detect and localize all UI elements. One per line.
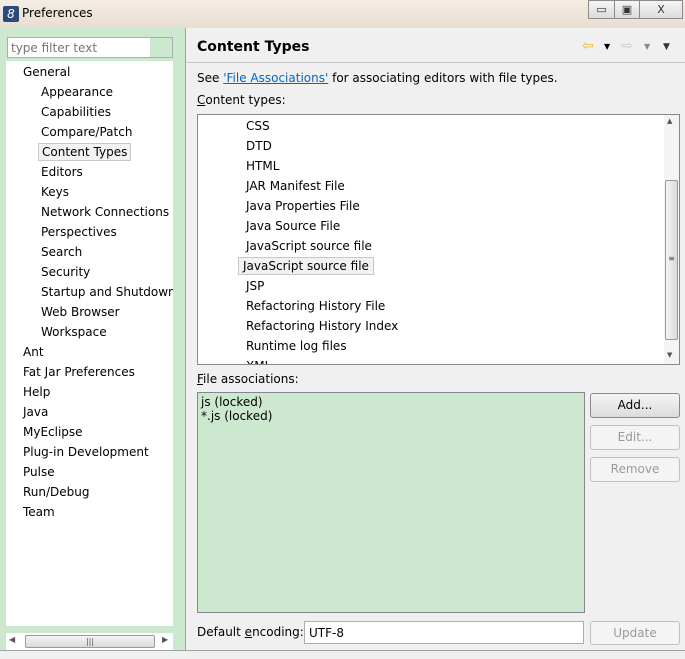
content-type-item[interactable]: JAR Manifest File [242,177,349,195]
back-arrow-icon[interactable]: ⇦ [582,38,594,54]
tree-item[interactable]: Perspectives [38,223,120,241]
back-menu-icon[interactable]: ▼ [604,42,610,51]
scroll-up-icon[interactable]: ▲ [667,117,672,125]
add-button[interactable]: Add... [590,393,680,418]
update-button[interactable]: Update [590,621,680,645]
content-type-item[interactable]: JavaScript source file [242,237,376,255]
title-bar [0,0,685,28]
header-separator [187,62,685,63]
tree-item[interactable]: Content Types [38,143,132,161]
scroll-right-icon[interactable]: ▶ [162,635,168,644]
tree-item[interactable]: Security [38,263,93,281]
remove-button[interactable]: Remove [590,457,680,482]
see-suffix: for associating editors with file types. [328,71,558,85]
scroll-down-icon[interactable]: ▼ [667,351,672,359]
see-prefix: See [197,71,224,85]
content-type-item[interactable]: XML [242,357,275,364]
tree-item[interactable]: MyEclipse [20,423,86,441]
label-text: ontent types: [205,93,286,107]
scrollbar-thumb[interactable]: ||| [25,635,155,648]
see-file-associations: See 'File Associations' for associating … [197,71,558,85]
tree-item[interactable]: Web Browser [38,303,123,321]
tree-item[interactable]: Help [20,383,53,401]
mnemonic: e [244,625,253,639]
tree-item[interactable]: Java [20,403,51,421]
tree-item[interactable]: Keys [38,183,72,201]
forward-arrow-icon[interactable]: ⇨ [621,38,633,54]
tree-item[interactable]: General [20,63,73,81]
edit-button[interactable]: Edit... [590,425,680,450]
content-type-item[interactable]: DTD [242,137,276,155]
scroll-left-icon[interactable]: ◀ [9,635,15,644]
tree-item[interactable]: Network Connections [38,203,172,221]
tree-item[interactable]: Pulse [20,463,58,481]
tree-item[interactable]: Search [38,243,85,261]
file-associations-link[interactable]: 'File Associations' [223,71,328,85]
content-type-item[interactable]: CSS [242,117,274,135]
maximize-button[interactable]: ▣ [614,0,640,19]
filter-input[interactable] [7,37,173,58]
tree-item[interactable]: Ant [20,343,47,361]
minimize-button[interactable]: ▭ [588,0,615,19]
close-button[interactable]: X [639,0,683,19]
content-type-item[interactable]: HTML [242,157,283,175]
preference-tree: General Appearance Capabilities Compare/Pat… [6,61,173,626]
content-type-item[interactable]: Refactoring History File [242,297,389,315]
file-associations-list[interactable]: js (locked) *.js (locked) [197,392,585,613]
window-title: Preferences [22,6,93,20]
tree-item[interactable]: Compare/Patch [38,123,135,141]
tree-item[interactable]: Workspace [38,323,110,341]
content-types-list[interactable]: CSS DTD HTML JAR Manifest File Java Properti… [197,114,680,365]
content-types-label: Content types: [197,93,286,107]
label-text: ncoding: [252,625,304,639]
app-icon: 8 [3,6,19,22]
content-type-item[interactable]: Java Properties File [242,197,364,215]
default-encoding-input[interactable] [304,621,584,644]
clear-filter-button[interactable] [150,38,172,57]
content-type-item[interactable]: Refactoring History Index [242,317,402,335]
tree-item[interactable]: Startup and Shutdown [38,283,173,301]
tree-item[interactable]: Fat Jar Preferences [20,363,138,381]
tree-item[interactable]: Team [20,503,58,521]
tree-item[interactable]: Run/Debug [20,483,93,501]
bottom-bar [0,650,685,659]
tree-item[interactable]: Editors [38,163,86,181]
content-type-item[interactable]: JSP [242,277,268,295]
scrollbar-thumb[interactable]: ≡ [665,180,678,340]
page-title: Content Types [197,39,310,55]
label-text: ile associations: [203,372,299,386]
tree-item[interactable]: Plug-in Development [20,443,152,461]
content-type-item[interactable]: Java Source File [242,217,344,235]
tree-item[interactable]: Appearance [38,83,116,101]
list-item[interactable]: js (locked) [201,395,581,409]
default-encoding-label: Default encoding: [197,625,304,639]
tree-item[interactable]: Capabilities [38,103,114,121]
label-text: Default [197,625,245,639]
forward-menu-icon[interactable]: ▼ [644,42,650,51]
content-type-item[interactable]: JavaScript source file [238,257,374,275]
view-menu-icon[interactable]: ▼ [663,42,670,52]
list-item[interactable]: *.js (locked) [201,409,581,423]
content-type-item[interactable]: Runtime log files [242,337,351,355]
file-associations-label: File associations: [197,372,299,386]
